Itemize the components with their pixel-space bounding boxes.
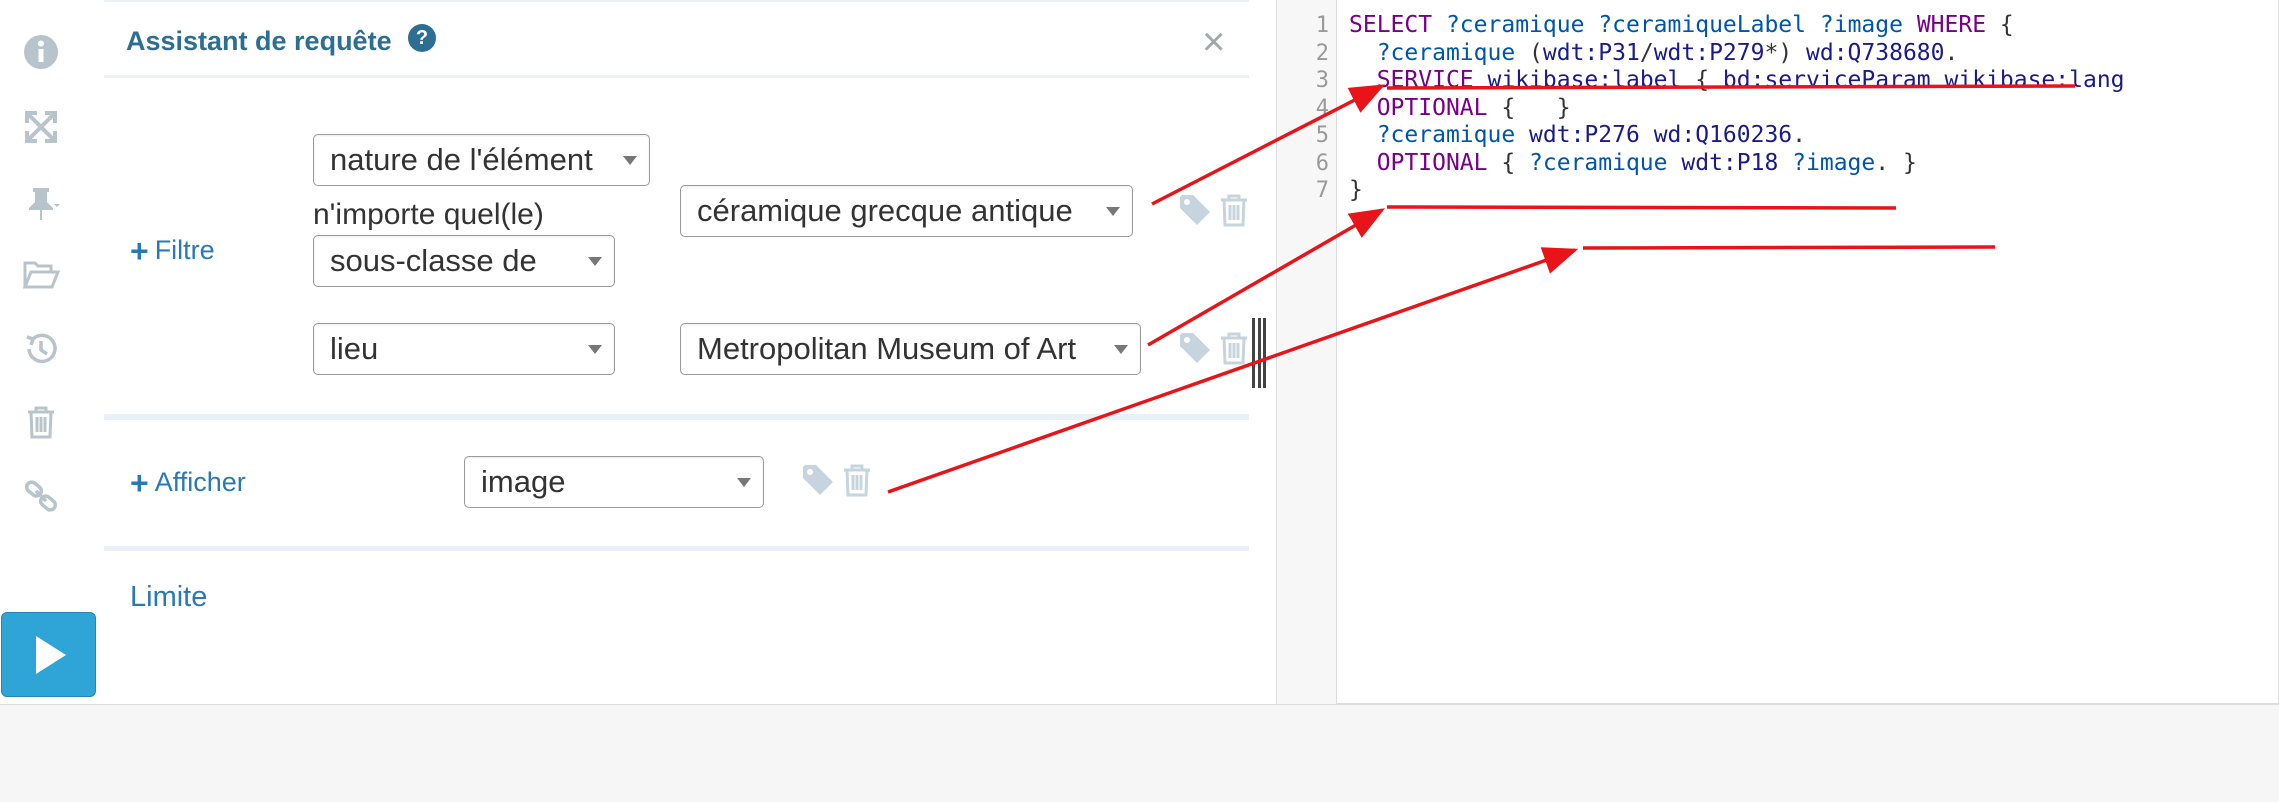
info-icon[interactable]	[19, 30, 63, 74]
play-icon	[35, 635, 66, 674]
line-number: 4	[1315, 95, 1329, 121]
left-toolbar	[0, 0, 98, 704]
show-property-value: image	[481, 464, 566, 499]
filter2-value-select[interactable]: Metropolitan Museum of Art	[680, 323, 1141, 375]
link-icon[interactable]	[19, 474, 63, 518]
sparql-editor[interactable]: 1234567 SELECT ?ceramique ?ceramiqueLabe…	[1276, 0, 2279, 704]
pin-icon[interactable]	[19, 180, 63, 224]
history-icon[interactable]	[19, 327, 63, 371]
code-line[interactable]: SELECT ?ceramique ?ceramiqueLabel ?image…	[1349, 12, 2014, 38]
trash-icon[interactable]	[19, 400, 63, 444]
any-value-text: n'importe quel(le)	[313, 198, 544, 231]
folder-open-icon[interactable]	[19, 253, 63, 297]
show-label: Afficher	[154, 467, 246, 497]
chevron-down-icon	[737, 478, 751, 487]
tag-icon[interactable]	[800, 462, 836, 498]
plus-icon: +	[130, 232, 149, 269]
expand-icon[interactable]	[19, 105, 63, 149]
line-number: 7	[1315, 178, 1329, 203]
filter-section: + Filtre nature de l'élément n'importe q…	[104, 78, 1249, 414]
chevron-down-icon	[1106, 207, 1120, 216]
code-line[interactable]: ?ceramique (wdt:P31/wdt:P279*) wd:Q73868…	[1349, 40, 1959, 66]
show-section: + Afficher image	[104, 420, 1249, 546]
trash-icon[interactable]	[839, 462, 875, 498]
line-number: 6	[1315, 150, 1329, 176]
code-line[interactable]: }	[1349, 177, 1363, 203]
code-line[interactable]: ?ceramique wdt:P276 wd:Q160236.	[1349, 122, 1806, 148]
chevron-down-icon	[588, 345, 602, 354]
query-helper-title: Assistant de requête	[126, 26, 392, 56]
query-helper-panel: Assistant de requête ? × + Filtre nature…	[104, 0, 1249, 704]
trash-icon[interactable]	[1216, 330, 1252, 366]
code-line[interactable]: OPTIONAL { }	[1349, 95, 1571, 121]
trash-icon[interactable]	[1216, 192, 1252, 228]
plus-icon: +	[130, 464, 149, 501]
line-number: 2	[1315, 40, 1329, 66]
chevron-down-icon	[588, 257, 602, 266]
line-number: 3	[1315, 68, 1329, 93]
filter-property-value: nature de l'élément	[330, 142, 593, 177]
filter2-property-value: lieu	[330, 331, 379, 366]
show-property-select[interactable]: image	[464, 456, 764, 508]
filter-label: Filtre	[154, 235, 215, 265]
query-helper-header: Assistant de requête ? ×	[104, 2, 1249, 75]
filter2-property-select[interactable]: lieu	[313, 323, 615, 375]
filter-property-path-select[interactable]: sous-classe de	[313, 235, 615, 287]
code-line[interactable]: SERVICE wikibase:label { bd:serviceParam…	[1349, 67, 2125, 93]
footer-area	[0, 704, 2279, 802]
chevron-down-icon	[1114, 345, 1128, 354]
chevron-down-icon	[623, 156, 637, 165]
add-filter-link[interactable]: + Filtre	[130, 232, 215, 269]
line-number: 5	[1315, 123, 1329, 148]
limit-link[interactable]: Limite	[130, 581, 207, 614]
filter-value-select[interactable]: céramique grecque antique	[680, 185, 1133, 237]
filter-property-select[interactable]: nature de l'élément	[313, 134, 650, 186]
code-line[interactable]: OPTIONAL { ?ceramique wdt:P18 ?image. }	[1349, 150, 1917, 176]
filter-property-path-value: sous-classe de	[330, 243, 537, 278]
close-icon[interactable]: ×	[1202, 22, 1225, 62]
filter2-value-value: Metropolitan Museum of Art	[697, 331, 1077, 366]
tag-icon[interactable]	[1177, 192, 1213, 228]
run-query-button[interactable]	[1, 612, 96, 697]
line-number-gutter: 1234567	[1277, 0, 1337, 704]
help-icon[interactable]: ?	[408, 24, 436, 52]
filter-value-value: céramique grecque antique	[697, 193, 1073, 228]
limit-section: Limite	[104, 551, 1249, 704]
add-show-link[interactable]: + Afficher	[130, 464, 246, 501]
tag-icon[interactable]	[1177, 330, 1213, 366]
panel-resize-handle[interactable]	[1252, 318, 1266, 388]
line-number: 1	[1315, 13, 1329, 38]
